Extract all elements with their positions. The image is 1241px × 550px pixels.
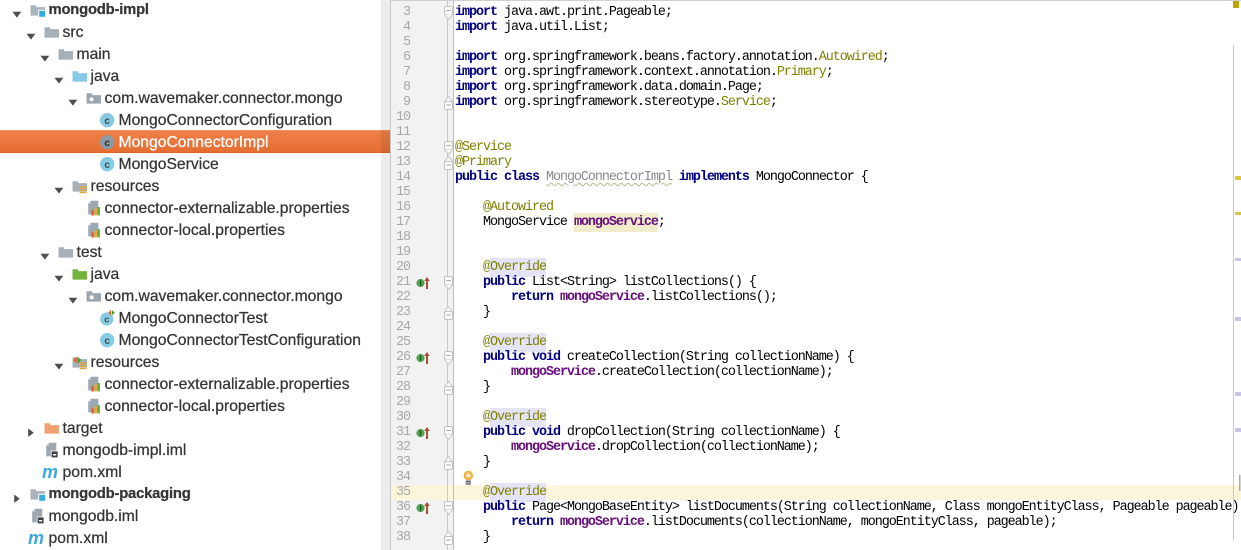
- svg-text:c: c: [104, 116, 110, 127]
- svg-text:c: c: [104, 336, 110, 347]
- svg-text:c: c: [104, 138, 110, 149]
- svg-text:c: c: [104, 160, 110, 171]
- svg-text:c: c: [104, 314, 109, 325]
